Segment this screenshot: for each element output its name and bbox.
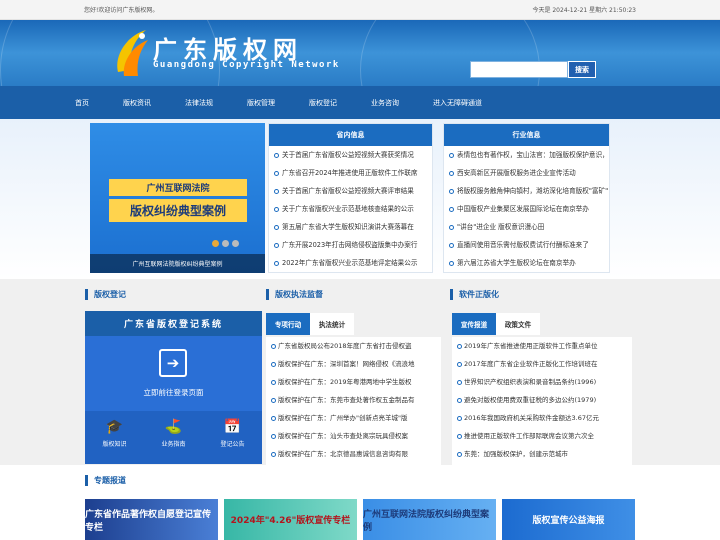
logo-icon[interactable] [112,26,150,80]
enforcement-tabs: 专项行动 执法统计 [266,313,354,335]
list-item[interactable]: 西安高新区开展版权服务进企业宣传活动 [444,164,609,182]
slider-dots [212,240,242,247]
list-item[interactable]: 版权保护在广东：广州举办"创新点亮羊城"版 [266,409,441,427]
list-item[interactable]: 中国版权产业集聚区发展国际论坛在南京举办 [444,200,609,218]
list-item[interactable]: 直播间使用音乐需付版权费试行付酬标准来了 [444,236,609,254]
list-item[interactable]: 表情包也有著作权，宝山法官：加强版权保护意识， [444,146,609,164]
tab-special-action[interactable]: 专项行动 [266,313,310,335]
site-subtitle: Guangdong Copyright Network [153,60,340,70]
list-item[interactable]: 广东省召开2024年推进使用正版软件工作联席 [269,164,432,182]
link-label: 版权知识 [102,441,127,448]
tab-policy-docs[interactable]: 政策文件 [496,313,540,335]
site-header: 广东版权网 Guangdong Copyright Network 搜索 [0,20,720,86]
list-item[interactable]: 版权保护在广东：2019年粤港两地中学生版权 [266,373,441,391]
nav-accessibility[interactable]: 进入无障碍通道 [433,98,482,108]
list-item[interactable]: 版权保护在广东：深圳首案！网络侵权《流浪地 [266,355,441,373]
list-item[interactable]: 2016年我国政府机关采购软件金额达3.67亿元 [452,409,632,427]
list-item[interactable]: 第五届广东省大学生版权知识演讲大赛落幕在 [269,218,432,236]
list-item[interactable]: 东莞：加强版权保护，创建示范城市 [452,445,632,463]
registration-section-title: 版权登记 [85,289,126,300]
slide-caption: 广州互联网法院版权纠纷典型案例 [90,254,265,273]
province-news-title[interactable]: 省内信息 [269,124,432,146]
graduation-cap-icon: 🎓 [105,419,124,435]
list-item[interactable]: 广东省版权局公布2018年度广东省打击侵权盗 [266,337,441,355]
enforcement-list: 广东省版权局公布2018年度广东省打击侵权盗 版权保护在广东：深圳首案！网络侵权… [266,337,441,465]
nav-home[interactable]: 首页 [75,98,89,108]
top-bar: 您好!欢迎访问广东版权网。 今天是 2024-12-21 星期六 21:50:2… [0,0,720,20]
link-label: 业务指南 [161,441,186,448]
list-item[interactable]: 版权保护在广东：汕头市查处离宗玩具侵权案 [266,427,441,445]
tab-publicity[interactable]: 宣传报道 [452,313,496,335]
slider-dot[interactable] [232,240,239,247]
calendar-icon: 📅 [223,419,242,435]
registration-box-title: 广东省版权登记系统 [85,311,262,336]
list-item[interactable]: 2022年广东省版权兴业示范基地评定结果公示 [269,254,432,272]
banner-poster[interactable]: 版权宣传公益海报 [502,499,635,540]
image-slider[interactable]: 广州互联网法院 版权纠纷典型案例 广州互联网法院版权纠纷典型案例 [90,123,265,273]
registration-box: 广东省版权登记系统 ➔ 立即前往登录页面 🎓 版权知识 ⛳ 业务指南 📅 登记公告 [85,311,262,464]
software-tabs: 宣传报道 政策文件 [452,313,540,335]
slider-dot[interactable] [212,240,219,247]
nav-registration[interactable]: 版权登记 [309,98,337,108]
province-news-panel: 省内信息 关于首届广东省版权公益短视频大赛获奖情况 广东省召开2024年推进使用… [268,123,433,273]
business-guide-link[interactable]: ⛳ 业务指南 [149,411,199,464]
industry-news-panel: 行业信息 表情包也有著作权，宝山法官：加强版权保护意识， 西安高新区开展版权服务… [443,123,610,273]
main-nav: 首页 版权资讯 法律法规 版权管理 版权登记 业务咨询 进入无障碍通道 [0,86,720,119]
list-item[interactable]: 推进使用正版软件工作部际联席会议第六次全 [452,427,632,445]
slide-line2: 版权纠纷典型案例 [109,199,247,222]
banner-court-cases[interactable]: 广州互联网法院版权纠纷典型案例 [363,499,496,540]
province-news-list: 关于首届广东省版权公益短视频大赛获奖情况 广东省召开2024年推进使用正版软件工… [269,146,432,272]
list-item[interactable]: 关于首届广东省版权公益短视频大赛评审结果 [269,182,432,200]
link-label: 登记公告 [220,441,245,448]
list-item[interactable]: 广东开展2023年打击网络侵权盗版集中办案行 [269,236,432,254]
list-item[interactable]: 2019年广东省推进使用正版软件工作重点单位 [452,337,632,355]
banner-registration[interactable]: 广东省作品著作权自愿登记宣传专栏 [85,499,218,540]
list-item[interactable]: 关于首届广东省版权公益短视频大赛获奖情况 [269,146,432,164]
copyright-knowledge-link[interactable]: 🎓 版权知识 [90,411,140,464]
search-button[interactable]: 搜索 [568,61,596,78]
software-section-title: 软件正版化 [450,289,499,300]
slide-line1: 广州互联网法院 [109,179,247,196]
banner-426[interactable]: 2024年"4.26"版权宣传专栏 [224,499,357,540]
software-list: 2019年广东省推进使用正版软件工作重点单位 2017年度广东省企业软件正版化工… [452,337,632,465]
list-item[interactable]: 版权保护在广东：东莞市查处著作权五金制品有 [266,391,441,409]
datetime-text: 今天是 2024-12-21 星期六 21:50:23 [532,7,636,14]
nav-laws[interactable]: 法律法规 [185,98,213,108]
special-section-title: 专题报道 [85,475,126,486]
slider-dot[interactable] [222,240,229,247]
login-arrow-icon[interactable]: ➔ [159,349,187,377]
list-item[interactable]: 第六届江苏省大学生版权论坛在南京举办 [444,254,609,272]
search-input[interactable] [470,61,568,78]
tab-enforcement-stats[interactable]: 执法统计 [310,313,354,335]
nav-consult[interactable]: 业务咨询 [371,98,399,108]
list-item[interactable]: "讲台"进企业 版权意识漫心田 [444,218,609,236]
industry-news-list: 表情包也有著作权，宝山法官：加强版权保护意识， 西安高新区开展版权服务进企业宣传… [444,146,609,272]
login-link[interactable]: 立即前往登录页面 [85,387,262,398]
registration-links: 🎓 版权知识 ⛳ 业务指南 📅 登记公告 [85,411,262,464]
enforcement-section-title: 版权执法监督 [266,289,323,300]
signpost-icon: ⛳ [164,419,183,435]
list-item[interactable]: 版权保护在广东：北京德昌惠诚信息咨询有限 [266,445,441,463]
nav-news[interactable]: 版权资讯 [123,98,151,108]
list-item[interactable]: 关于广东省版权兴业示范基地核查结果的公示 [269,200,432,218]
list-item[interactable]: 避免对版权使用费双重征税的多边公约(1979) [452,391,632,409]
welcome-text: 您好!欢迎访问广东版权网。 [84,7,159,14]
list-item[interactable]: 2017年度广东省企业软件正版化工作培训班在 [452,355,632,373]
nav-management[interactable]: 版权管理 [247,98,275,108]
special-banners: 广东省作品著作权自愿登记宣传专栏 2024年"4.26"版权宣传专栏 广州互联网… [85,499,641,540]
list-item[interactable]: 将版权服务触角伸向镇村，潍坊深化培育版权"富矿" [444,182,609,200]
list-item[interactable]: 世界知识产权组织表演和录音制品条约(1996) [452,373,632,391]
registration-notice-link[interactable]: 📅 登记公告 [208,411,258,464]
search-bar: 搜索 [470,61,596,78]
industry-news-title[interactable]: 行业信息 [444,124,609,146]
